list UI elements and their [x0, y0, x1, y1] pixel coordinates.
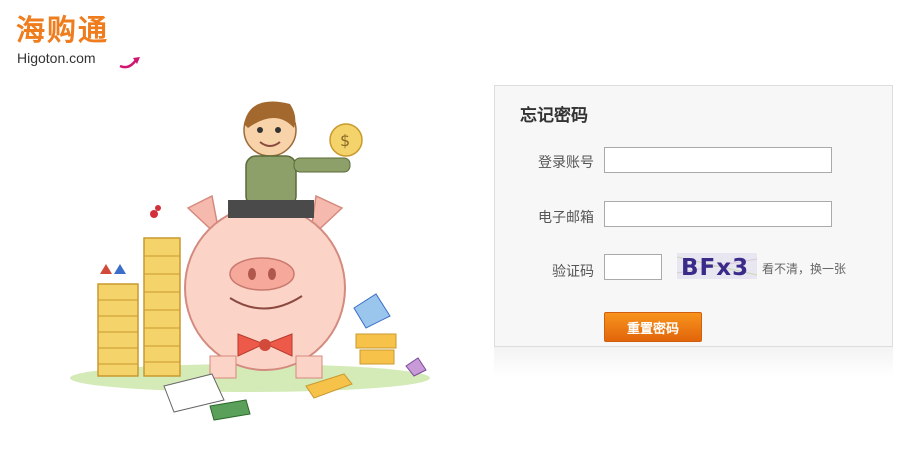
piggy-bank-illustration: $ [70, 101, 430, 421]
coin-stack-left [97, 264, 139, 377]
captcha-image[interactable]: BFx3 [677, 253, 757, 279]
logo-domain-text: Higoton.com [17, 50, 96, 66]
account-label: 登录账号 [538, 155, 594, 171]
refresh-captcha-link[interactable]: 看不清，换一张 [762, 260, 846, 277]
logo-chinese-text: 海购通 [16, 13, 110, 47]
boy: $ [228, 101, 363, 218]
pig [184, 194, 346, 379]
coin-stack-tall [143, 205, 181, 377]
reset-password-button[interactable]: 重置密码 [604, 312, 702, 342]
captcha-input[interactable] [604, 254, 662, 280]
forgot-password-panel: 忘记密码 登录账号 电子邮箱 验证码 BFx3 看不清，换一张 重置密码 [494, 85, 893, 347]
site-logo[interactable]: 海购通 Higoton.com [16, 14, 146, 70]
panel-title: 忘记密码 [520, 106, 588, 126]
email-input[interactable] [604, 201, 832, 227]
captcha-text: BFx3 [681, 255, 749, 279]
email-label: 电子邮箱 [538, 210, 594, 226]
logo-arrow-icon [119, 57, 140, 69]
captcha-label: 验证码 [552, 264, 594, 280]
panel-shadow [494, 347, 893, 377]
svg-text:$: $ [340, 131, 350, 150]
account-input[interactable] [604, 147, 832, 173]
